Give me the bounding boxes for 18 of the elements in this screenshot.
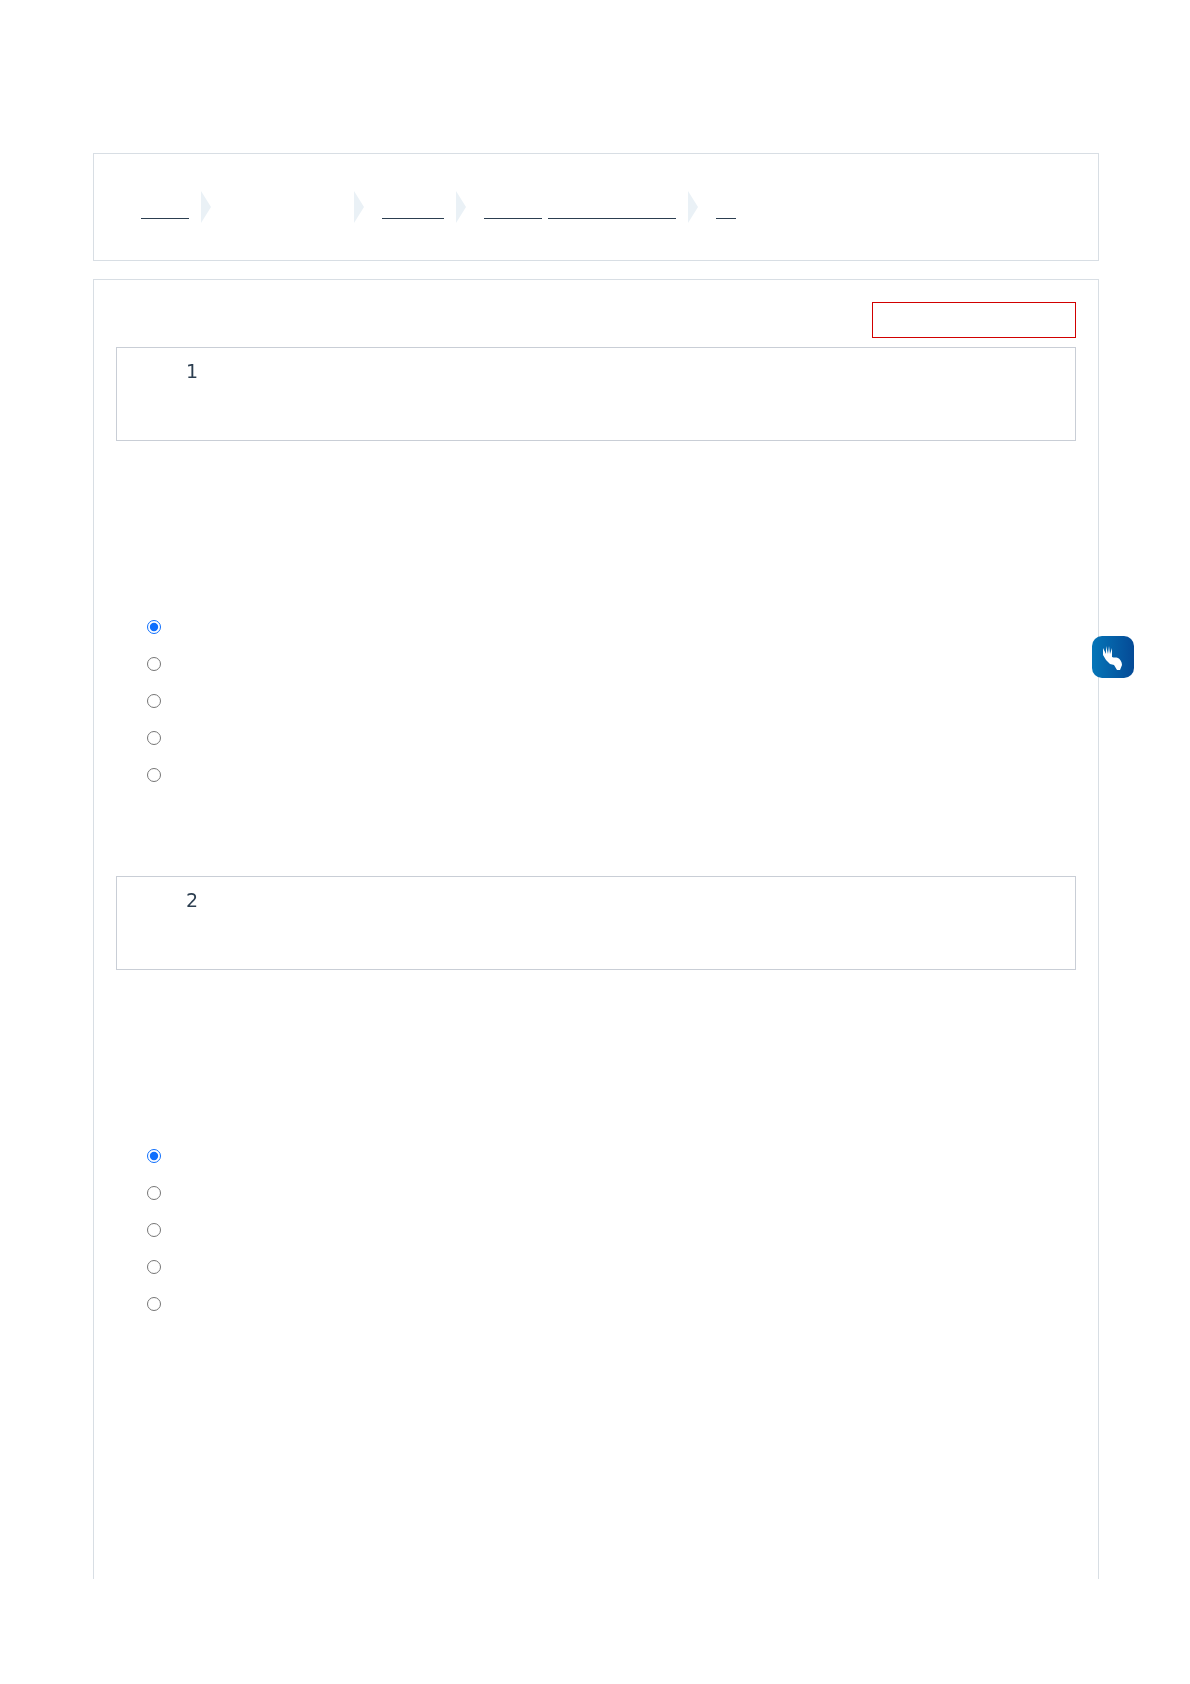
radio-button[interactable]	[147, 731, 161, 745]
radio-button[interactable]	[147, 694, 161, 708]
question-number: 2	[186, 889, 199, 911]
radio-button[interactable]	[147, 768, 161, 782]
sign-language-icon[interactable]	[1092, 636, 1134, 678]
radio-button[interactable]	[147, 1297, 161, 1311]
link-underline[interactable]	[141, 217, 189, 219]
link-underline[interactable]	[382, 217, 444, 219]
radio-button[interactable]	[147, 1260, 161, 1274]
radio-button[interactable]	[147, 1186, 161, 1200]
radio-button[interactable]	[147, 1223, 161, 1237]
radio-button[interactable]	[147, 657, 161, 671]
radio-button[interactable]	[147, 620, 161, 634]
radio-button[interactable]	[147, 1149, 161, 1163]
link-underline[interactable]	[716, 217, 736, 219]
link-underline[interactable]	[548, 217, 676, 219]
link-underline[interactable]	[484, 217, 542, 219]
question-number: 1	[186, 360, 199, 382]
